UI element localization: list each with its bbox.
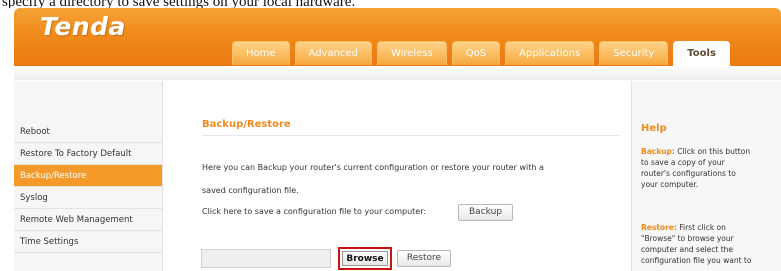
tab-qos[interactable]: QoS [451,41,501,65]
tab-home[interactable]: Home [232,41,290,65]
intro-text-line-1: Here you can Backup your router's curren… [202,163,544,172]
page-title: Backup/Restore [202,119,291,130]
tab-applications[interactable]: Applications [505,41,595,65]
tenda-logo: Tenda [40,12,126,41]
help-restore-text-1: First click on [676,223,726,232]
help-restore-line-3: computer and select the [641,245,734,254]
help-backup-text-1: Click on this button [674,147,751,156]
main-nav-tabs: Home Advanced Wireless QoS Applications … [232,41,730,67]
help-panel: Help Backup: Click on this button to sav… [631,81,781,271]
backup-button[interactable]: Backup [458,204,513,221]
browse-button[interactable]: Browse [342,251,388,266]
config-file-input[interactable] [201,249,331,268]
sidebar-item-restore-factory-default[interactable]: Restore To Factory Default [14,143,162,165]
tab-wireless[interactable]: Wireless [376,41,447,65]
restore-button[interactable]: Restore [397,250,451,267]
browse-button-highlight: Browse [338,247,392,270]
help-restore-key: Restore: [641,223,677,232]
intro-text-line-2: saved configuration file. [202,186,299,195]
sub-header-bar [14,66,781,80]
sidebar-item-reboot[interactable]: Reboot [14,121,162,143]
help-restore-line-1: Restore: First click on [641,223,726,232]
help-backup-key: Backup: [641,147,675,156]
help-backup-line-4: your computer. [641,180,699,189]
sidebar: Reboot Restore To Factory Default Backup… [14,81,163,271]
backup-prompt: Click here to save a configuration file … [202,207,427,216]
router-admin-frame: Tenda Home Advanced Wireless QoS Applica… [14,8,781,271]
sidebar-item-time-settings[interactable]: Time Settings [14,231,162,253]
help-title: Help [641,123,667,134]
tab-advanced[interactable]: Advanced [294,41,372,65]
page-caption: specify a directory to save settings on … [2,0,356,8]
main-content: Backup/Restore Here you can Backup your … [183,81,623,271]
tab-tools[interactable]: Tools [673,41,730,67]
tab-security[interactable]: Security [599,41,669,65]
sidebar-item-syslog[interactable]: Syslog [14,187,162,209]
help-restore-line-4: configuration file you want to [641,256,752,265]
title-divider [202,135,620,136]
help-backup-line-3: router's configurations to [641,169,736,178]
help-restore-line-2: "Browse" to browse your [641,234,734,243]
sidebar-item-remote-web-management[interactable]: Remote Web Management [14,209,162,231]
header-bar: Tenda Home Advanced Wireless QoS Applica… [14,8,781,67]
help-backup-line-2: to save a copy of your [641,158,725,167]
sidebar-item-backup-restore[interactable]: Backup/Restore [14,165,162,187]
help-backup-line-1: Backup: Click on this button [641,147,750,156]
